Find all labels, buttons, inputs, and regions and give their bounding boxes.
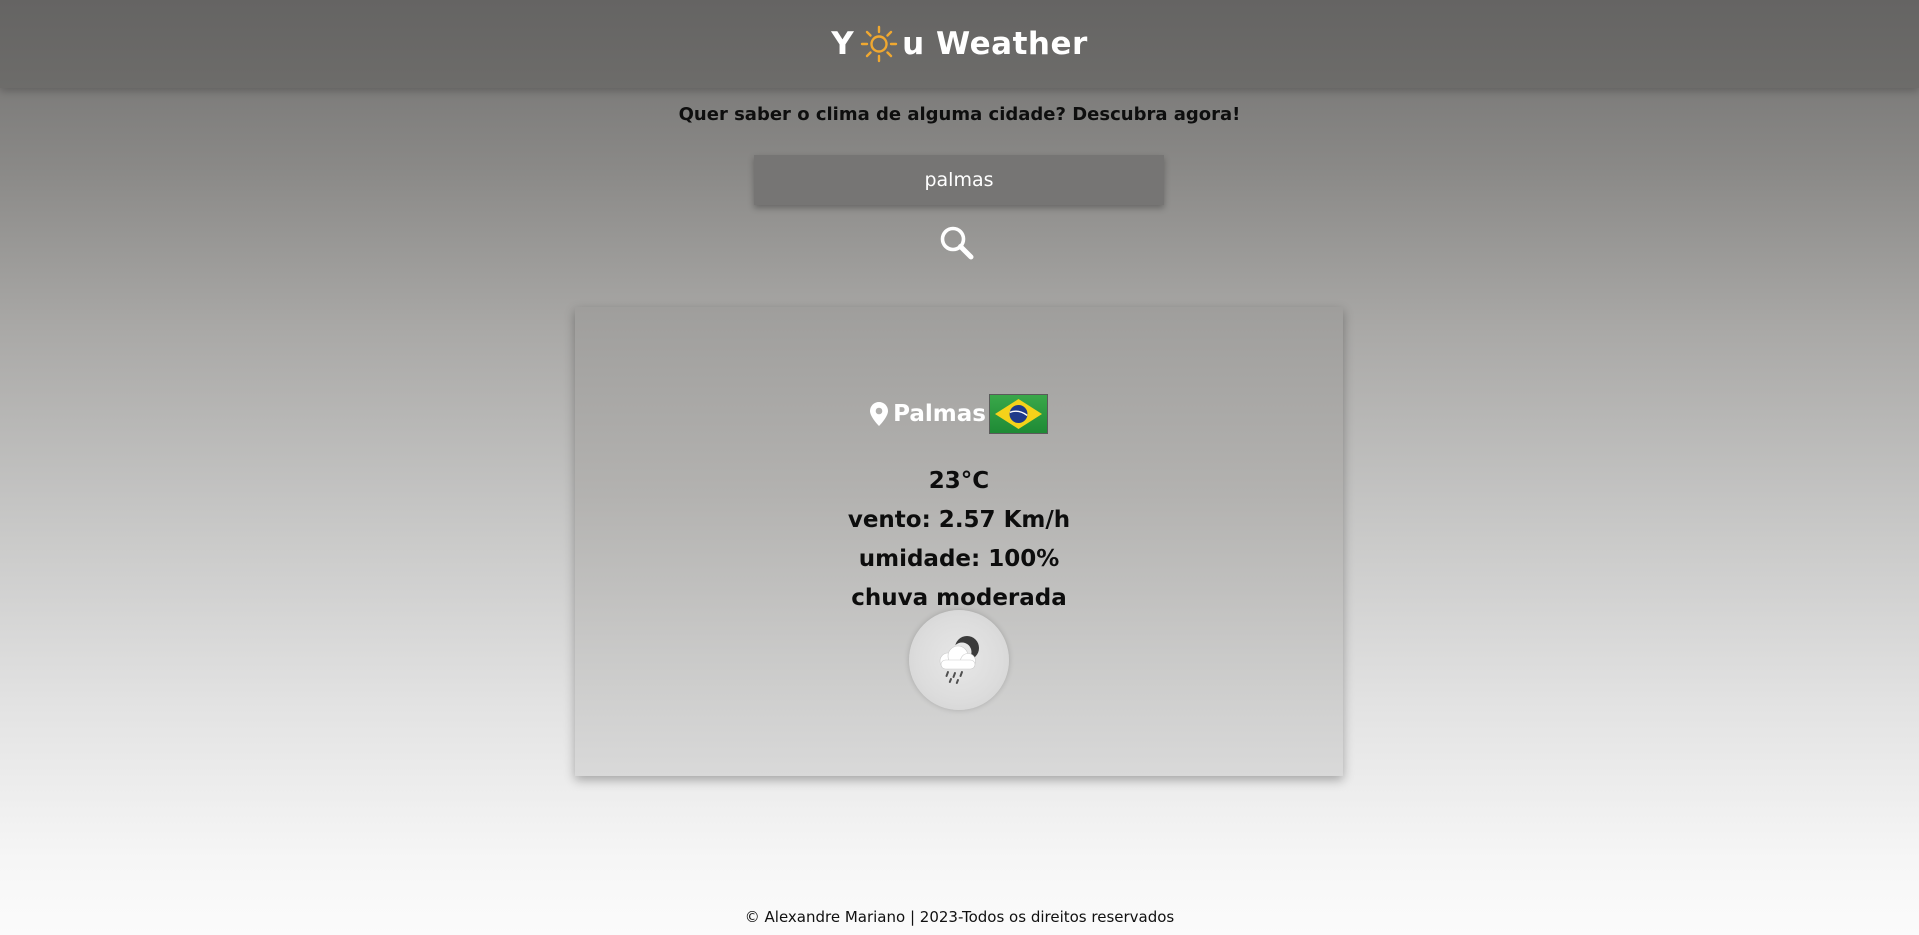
app-header: Y u Weather bbox=[0, 0, 1919, 88]
city-row: Palmas bbox=[575, 394, 1343, 434]
sun-icon bbox=[860, 25, 898, 63]
wind-speed: vento: 2.57 Km/h bbox=[847, 507, 1071, 533]
weather-stats: 23°C vento: 2.57 Km/h umidade: 100% chuv… bbox=[575, 462, 1343, 618]
search-icon bbox=[940, 226, 974, 260]
map-pin-icon bbox=[870, 402, 889, 426]
weather-card: Palmas 23°C vento: 2.57 Km/h umidade: 10… bbox=[575, 307, 1343, 776]
rain-cloud-night-icon bbox=[939, 636, 979, 684]
tagline: Quer saber o clima de alguma cidade? Des… bbox=[678, 104, 1241, 125]
logo-text-suffix: u Weather bbox=[902, 26, 1088, 62]
humidity: umidade: 100% bbox=[858, 546, 1060, 572]
temperature: 23°C bbox=[928, 468, 990, 494]
app-logo[interactable]: Y u Weather bbox=[831, 24, 1088, 64]
logo-text-prefix: Y bbox=[831, 26, 855, 62]
brazil-flag-icon bbox=[988, 394, 1048, 434]
city-search-input[interactable] bbox=[754, 155, 1164, 205]
city-name: Palmas bbox=[893, 401, 986, 427]
search-button[interactable] bbox=[938, 224, 976, 262]
footer-copyright: © Alexandre Mariano | 2023-Todos os dire… bbox=[744, 908, 1175, 926]
weather-condition-badge bbox=[909, 610, 1009, 710]
